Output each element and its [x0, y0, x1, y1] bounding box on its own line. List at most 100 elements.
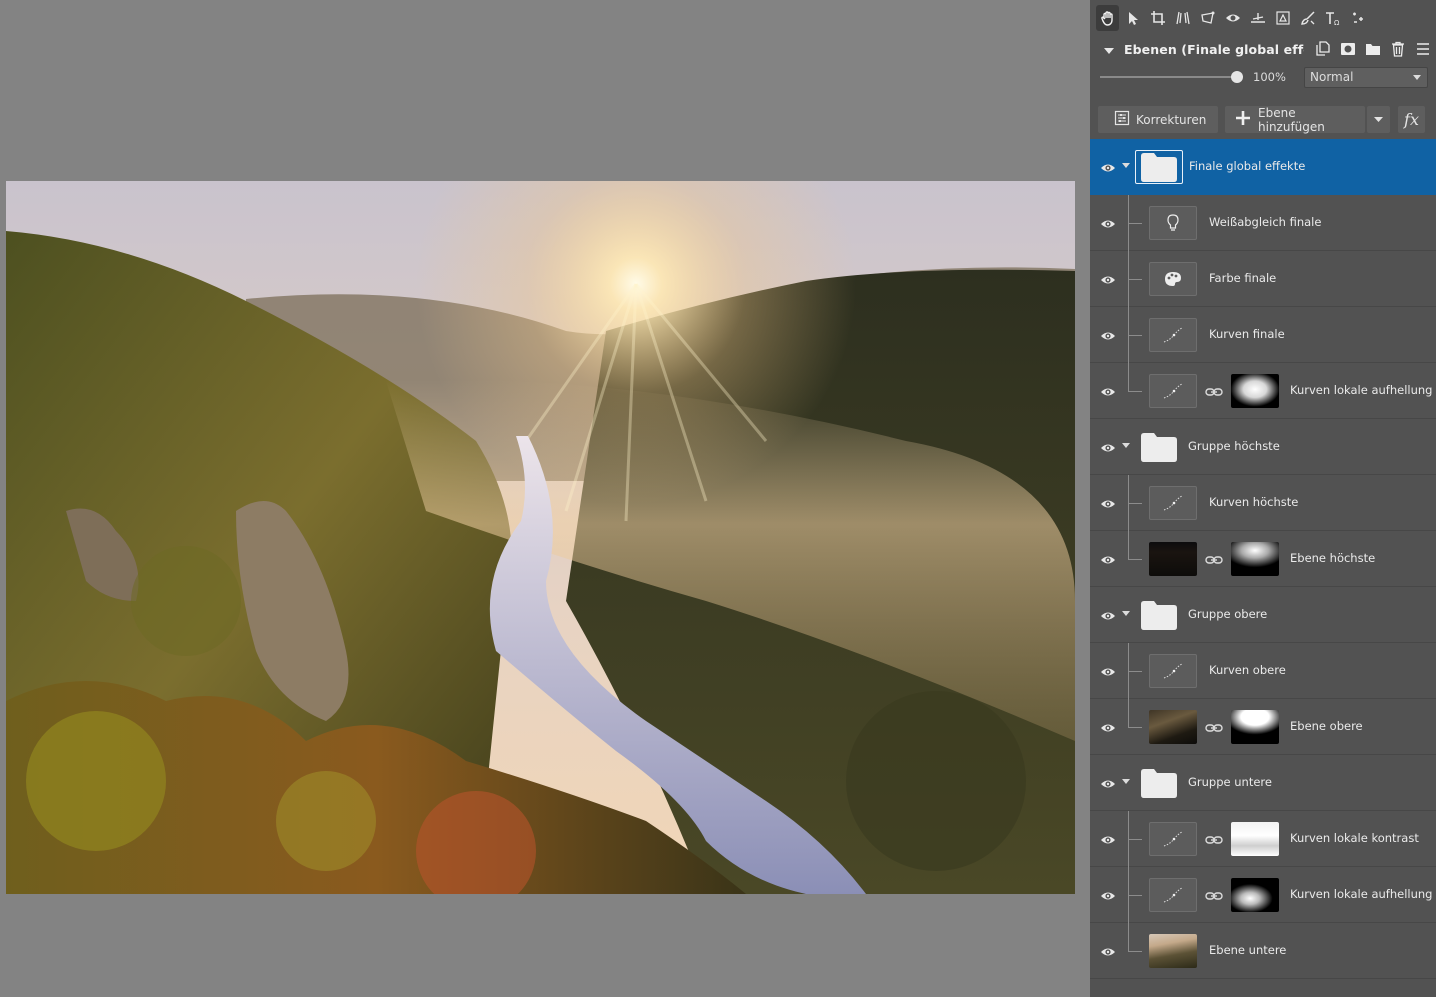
visibility-eye-icon[interactable]: [1100, 439, 1116, 453]
add-layer-button[interactable]: Ebene hinzufügen: [1225, 105, 1365, 134]
visibility-eye-icon[interactable]: [1100, 271, 1116, 285]
crop-tool-icon[interactable]: [1146, 5, 1169, 31]
add-layer-label: Ebene hinzufügen: [1258, 105, 1325, 134]
layers-panel-title: Ebenen (Finale global effe...: [1124, 41, 1304, 57]
delete-layer-icon[interactable]: [1389, 41, 1406, 58]
visibility-eye-icon[interactable]: [1100, 943, 1116, 957]
layer-name: Kurven lokale aufhellung: [1290, 383, 1433, 397]
expand-group-icon[interactable]: [1122, 163, 1130, 168]
layer-row[interactable]: Gruppe höchste: [1090, 419, 1436, 475]
layer-row[interactable]: Kurven finale: [1090, 307, 1436, 363]
straighten-tool-icon[interactable]: [1246, 5, 1269, 31]
perspective-tool-icon[interactable]: [1171, 5, 1194, 31]
selection-tool-icon[interactable]: [1271, 5, 1294, 31]
brush-tool-icon[interactable]: [1296, 5, 1319, 31]
expand-group-icon[interactable]: [1122, 779, 1130, 784]
curves-icon: [1149, 822, 1197, 856]
layer-row[interactable]: Weißabgleich finale: [1090, 195, 1436, 251]
layer-name: Kurven finale: [1209, 327, 1285, 341]
layer-mask-thumbnail[interactable]: [1231, 822, 1279, 856]
layer-image-thumbnail: [1149, 710, 1197, 744]
tree-line: [1128, 279, 1142, 280]
opacity-slider[interactable]: [1100, 76, 1240, 78]
corrections-button[interactable]: Korrekturen: [1098, 106, 1218, 133]
visibility-eye-icon[interactable]: [1100, 495, 1116, 509]
tree-line: [1128, 223, 1142, 224]
folder-icon: [1135, 766, 1183, 800]
layer-name: Weißabgleich finale: [1209, 215, 1322, 229]
layer-mask-thumbnail[interactable]: [1231, 374, 1279, 408]
link-mask-icon[interactable]: [1205, 888, 1223, 902]
layer-name: Ebene höchste: [1290, 551, 1376, 565]
layer-row[interactable]: Ebene höchste: [1090, 531, 1436, 587]
collapse-icon[interactable]: [1103, 40, 1115, 59]
visibility-eye-icon[interactable]: [1100, 215, 1116, 229]
visibility-eye-icon[interactable]: [1100, 327, 1116, 341]
layer-row[interactable]: Kurven obere: [1090, 643, 1436, 699]
opacity-slider-handle[interactable]: [1231, 71, 1243, 83]
expand-group-icon[interactable]: [1122, 443, 1130, 448]
visibility-eye-icon[interactable]: [1100, 607, 1116, 621]
select-tool-icon[interactable]: [1121, 5, 1144, 31]
photo-preview[interactable]: [6, 181, 1075, 894]
transform-tool-icon[interactable]: [1196, 5, 1219, 31]
visibility-eye-icon[interactable]: [1100, 831, 1116, 845]
effects-button[interactable]: fx: [1398, 106, 1425, 133]
layer-row[interactable]: Kurven lokale aufhellung: [1090, 867, 1436, 923]
tree-line: [1128, 895, 1142, 896]
text-tool-icon[interactable]: Ω: [1321, 5, 1344, 31]
curves-icon: [1149, 486, 1197, 520]
adjustments-icon: [1114, 110, 1130, 129]
layer-row[interactable]: Kurven lokale kontrast: [1090, 811, 1436, 867]
chevron-down-icon: [1374, 116, 1383, 122]
new-group-folder-icon[interactable]: [1364, 41, 1381, 58]
layer-name: Ebene obere: [1290, 719, 1363, 733]
more-tools-icon[interactable]: [1346, 5, 1369, 31]
visibility-eye-icon[interactable]: [1100, 383, 1116, 397]
visibility-eye-icon[interactable]: [1100, 159, 1116, 173]
visibility-eye-icon[interactable]: [1100, 663, 1116, 677]
layer-row[interactable]: Farbe finale: [1090, 251, 1436, 307]
blend-mode-select[interactable]: Normal: [1304, 67, 1428, 88]
red-eye-tool-icon[interactable]: [1221, 5, 1244, 31]
layer-mask-thumbnail[interactable]: [1231, 878, 1279, 912]
layer-row[interactable]: Ebene untere: [1090, 923, 1436, 979]
tree-line: [1128, 727, 1142, 728]
folder-icon: [1135, 150, 1183, 184]
layer-name: Kurven obere: [1209, 663, 1286, 677]
layers-panel: Ω Ebenen (Finale global effe...: [1090, 0, 1436, 997]
curves-icon: [1149, 878, 1197, 912]
visibility-eye-icon[interactable]: [1100, 551, 1116, 565]
layer-row[interactable]: Gruppe untere: [1090, 755, 1436, 811]
link-mask-icon[interactable]: [1205, 552, 1223, 566]
layer-row[interactable]: Finale global effekte: [1090, 139, 1436, 195]
mask-icon[interactable]: [1339, 41, 1356, 58]
visibility-eye-icon[interactable]: [1100, 887, 1116, 901]
layer-row[interactable]: Kurven höchste: [1090, 475, 1436, 531]
image-canvas[interactable]: [0, 0, 1090, 997]
layer-row[interactable]: Ebene obere: [1090, 699, 1436, 755]
link-mask-icon[interactable]: [1205, 720, 1223, 734]
link-mask-icon[interactable]: [1205, 384, 1223, 398]
expand-group-icon[interactable]: [1122, 611, 1130, 616]
layer-name: Finale global effekte: [1189, 159, 1306, 173]
panel-menu-icon[interactable]: [1414, 41, 1431, 58]
hand-tool-icon[interactable]: [1096, 5, 1119, 31]
tree-line: [1128, 671, 1142, 672]
layer-name: Gruppe obere: [1188, 607, 1268, 621]
layer-name: Gruppe höchste: [1188, 439, 1280, 453]
add-layer-dropdown-button[interactable]: [1367, 106, 1390, 133]
visibility-eye-icon[interactable]: [1100, 719, 1116, 733]
layer-mask-thumbnail[interactable]: [1231, 710, 1279, 744]
white-balance-icon: [1149, 206, 1197, 240]
layer-mask-thumbnail[interactable]: [1231, 542, 1279, 576]
layer-row[interactable]: Kurven lokale aufhellung: [1090, 363, 1436, 419]
link-mask-icon[interactable]: [1205, 832, 1223, 846]
duplicate-layer-icon[interactable]: [1314, 41, 1331, 58]
curves-icon: [1149, 374, 1197, 408]
layer-row[interactable]: Gruppe obere: [1090, 587, 1436, 643]
visibility-eye-icon[interactable]: [1100, 775, 1116, 789]
tree-line: [1128, 503, 1142, 504]
opacity-value: 100%: [1253, 70, 1286, 84]
svg-text:Ω: Ω: [1334, 19, 1340, 26]
